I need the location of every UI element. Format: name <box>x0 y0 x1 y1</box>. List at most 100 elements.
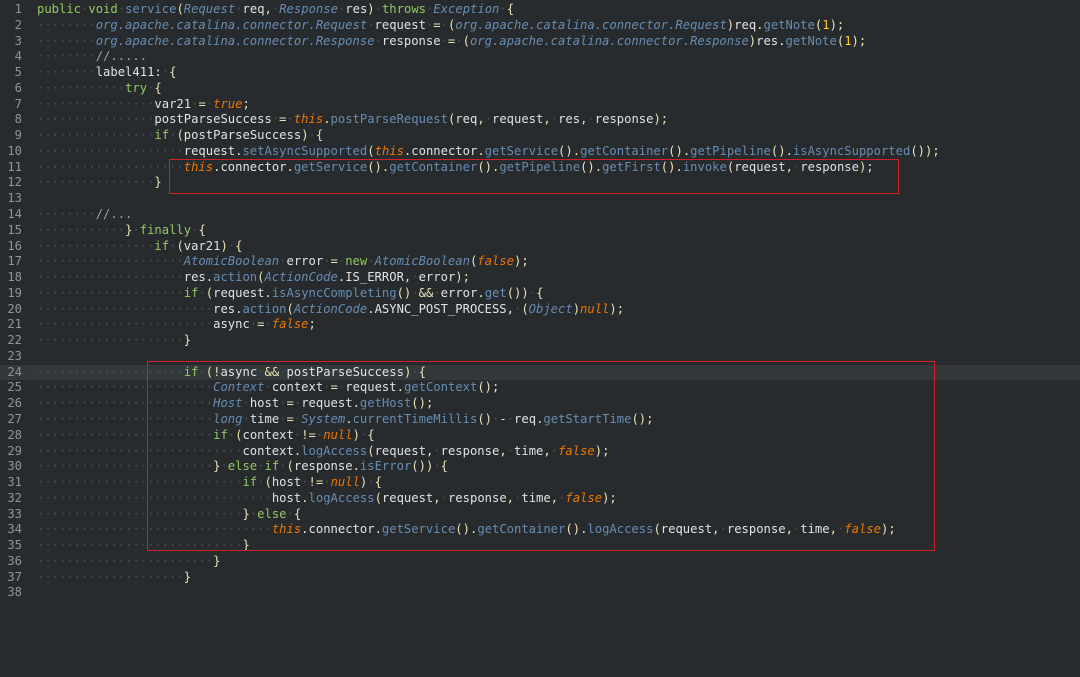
code-line[interactable]: 23 <box>0 349 1080 365</box>
code-text: ····················AtomicBoolean·error·… <box>37 254 529 270</box>
code-line[interactable]: 15 ············}·finally·{ <box>0 223 1080 239</box>
identifier-token: context <box>242 443 294 458</box>
punctuation-token: ( <box>176 238 184 253</box>
code-line[interactable]: 25 ························Context·contex… <box>0 380 1080 396</box>
identifier-token: request <box>183 143 236 158</box>
operator-token: = <box>198 96 206 111</box>
punctuation-token: () <box>558 143 573 158</box>
line-number: 12 <box>7 175 22 190</box>
keyword-token: if <box>242 475 258 490</box>
code-line[interactable]: 4 ········//..... <box>0 49 1080 65</box>
code-text: ····················request. setAsyncSupp… <box>37 144 940 160</box>
code-line[interactable]: 35 ····························} <box>0 538 1080 554</box>
keyword-token: if <box>154 128 170 143</box>
code-line[interactable]: 12 ················} <box>0 175 1080 191</box>
operator-token: = <box>279 112 287 127</box>
type-token: ActionCode <box>264 270 338 285</box>
code-line[interactable]: 17 ····················AtomicBoolean·erro… <box>0 254 1080 270</box>
punctuation-token: . <box>323 112 331 127</box>
code-line[interactable]: 10 ····················request. setAsyncSu… <box>0 144 1080 160</box>
code-line[interactable]: 28 ························if·(context·!=… <box>0 428 1080 444</box>
line-number: 15 <box>7 222 22 237</box>
code-line[interactable]: 3 ········org.apache.catalina.connector.R… <box>0 34 1080 50</box>
whitespace-marker-token: · <box>433 459 441 474</box>
keyword-token: else <box>257 506 287 521</box>
code-line[interactable]: 26 ························Host·host·=·re… <box>0 396 1080 412</box>
keyword-token: try <box>125 80 148 95</box>
punctuation-token: , <box>785 522 793 537</box>
code-line[interactable]: 32 ································host.l… <box>0 491 1080 507</box>
code-line[interactable]: 36 ························} <box>0 554 1080 570</box>
code-line[interactable]: 2 ········org.apache.catalina.connector.R… <box>0 18 1080 34</box>
code-text: ························if·(context·!=·n… <box>37 428 375 444</box>
operator-token: != <box>301 427 316 442</box>
whitespace-marker-token: · <box>264 380 272 395</box>
line-number: 2 <box>14 17 22 32</box>
whitespace-marker-token: · <box>411 364 419 379</box>
code-line[interactable]: 7 ················var21·=·true; <box>0 97 1080 113</box>
operator-token: && <box>418 285 434 300</box>
code-line[interactable]: 19 ····················if·(request.isAsyn… <box>0 286 1080 302</box>
code-line[interactable]: 24 ····················if·(!async·&&·post… <box>0 364 1080 381</box>
literal-token: null <box>330 475 360 490</box>
whitespace-marker-token: ························ <box>37 317 214 332</box>
code-line[interactable]: 9 ················if·(postParseSuccess)·{ <box>0 128 1080 144</box>
code-text: ············}·finally·{ <box>37 223 206 239</box>
punctuation-token: , <box>712 522 720 537</box>
code-line[interactable]: 18 ····················res.action(ActionC… <box>0 270 1080 286</box>
identifier-token: res <box>345 2 368 16</box>
code-line[interactable]: 13 <box>0 191 1080 207</box>
code-text: ····························} <box>37 538 250 554</box>
code-line[interactable]: 30 ························}·else·if·(res… <box>0 459 1080 475</box>
identifier-token: response <box>594 112 654 127</box>
code-line[interactable]: 21 ························async·=·false; <box>0 317 1080 333</box>
code-line[interactable]: 6 ············try·{ <box>0 81 1080 97</box>
code-line[interactable]: 33 ····························}·else·{ <box>0 507 1080 523</box>
punctuation-token: ); <box>858 159 874 174</box>
whitespace-marker-token: · <box>220 459 228 474</box>
whitespace-marker-token: · <box>506 443 515 458</box>
whitespace-marker-token: · <box>440 17 448 32</box>
code-line[interactable]: 29 ····························context.lo… <box>0 444 1080 460</box>
whitespace-marker-token: ········ <box>37 49 96 64</box>
punctuation-token: . <box>301 490 309 505</box>
code-line[interactable]: 8 ················postParseSuccess·=·this… <box>0 112 1080 128</box>
code-line[interactable]: 16 ················if·(var21)·{ <box>0 239 1080 255</box>
code-line[interactable]: 20 ························res.action(Act… <box>0 302 1080 318</box>
identifier-token: response <box>447 490 507 505</box>
method-token: getService <box>484 143 559 158</box>
code-line[interactable]: 27 ························long·time·=·Sy… <box>0 412 1080 428</box>
code-line[interactable]: 31 ····························if·(host·!… <box>0 475 1080 491</box>
code-line[interactable]: 1 public·void·service(Request·req,·Respon… <box>0 2 1080 18</box>
whitespace-marker-token: ················ <box>37 175 155 190</box>
identifier-token: response <box>800 159 859 174</box>
type-token: AtomicBoolean <box>374 254 470 269</box>
code-line[interactable]: 5 ········label411:·{ <box>0 65 1080 81</box>
code-line[interactable]: 22 ····················} <box>0 333 1080 349</box>
code-line[interactable]: 34 ································this.c… <box>0 522 1080 538</box>
identifier-token: res <box>213 301 236 316</box>
line-number: 1 <box>14 2 22 16</box>
identifier-token: req <box>242 2 265 16</box>
identifier-token: postParseSuccess <box>286 364 404 379</box>
identifier-token: res <box>183 270 206 285</box>
code-line[interactable]: 11 ····················this.connector.get… <box>0 160 1080 176</box>
whitespace-marker-token: ···························· <box>37 443 243 458</box>
identifier-token: postParseSuccess <box>154 112 272 127</box>
code-line[interactable]: 38 <box>0 585 1080 601</box>
code-editor[interactable]: 1 public·void·service(Request·req,·Respon… <box>0 0 1080 677</box>
punctuation-token: () <box>396 285 412 300</box>
code-line[interactable]: 37 ····················} <box>0 570 1080 586</box>
punctuation-token: , <box>543 112 551 127</box>
line-number: 18 <box>7 270 22 285</box>
code-text: ····························}·else·{ <box>37 507 301 523</box>
punctuation-token: (); <box>631 412 654 427</box>
whitespace-marker-token: · <box>279 459 287 474</box>
whitespace-marker-token: · <box>440 33 448 48</box>
whitespace-marker-token: · <box>374 2 382 16</box>
punctuation-token: { <box>154 80 162 95</box>
whitespace-marker-token: ···························· <box>37 475 243 490</box>
this-keyword-token: this <box>293 112 324 127</box>
keyword-token: void <box>88 2 118 16</box>
code-line[interactable]: 14 ········//... <box>0 207 1080 223</box>
